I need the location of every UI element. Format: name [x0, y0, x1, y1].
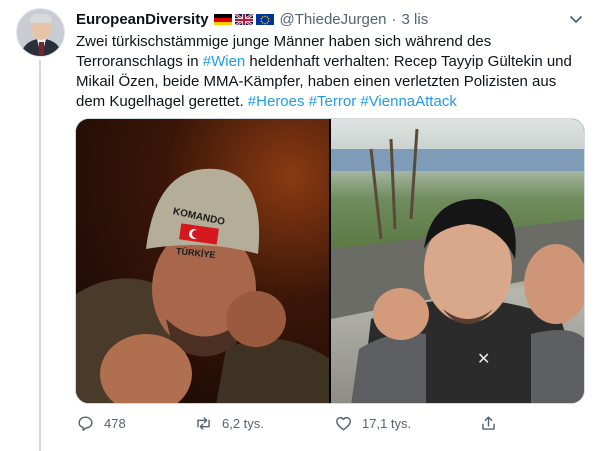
- tweet-actions: 478 6,2 tys. 17,1 tys.: [76, 414, 516, 436]
- svg-text:✕: ✕: [477, 349, 490, 368]
- avatar[interactable]: [16, 8, 65, 57]
- share-icon: [482, 416, 495, 430]
- avatar-tie: [39, 42, 44, 56]
- hashtag-link[interactable]: #Heroes: [248, 93, 305, 110]
- photo-right[interactable]: ✕: [331, 119, 584, 403]
- germany-flag: [213, 13, 232, 25]
- separator-dot: ·: [391, 10, 397, 28]
- chevron-down-icon[interactable]: [566, 9, 586, 29]
- hashtag-link[interactable]: #Terror: [309, 93, 357, 110]
- uk-flag: [234, 13, 253, 25]
- like-count: 17,1 tys.: [362, 416, 412, 431]
- display-name[interactable]: EuropeanDiversity: [76, 11, 209, 28]
- thread-line: [39, 60, 41, 451]
- reply-count: 478: [104, 416, 126, 431]
- media-grid: KOMANDO TÜRKİYE ✕: [75, 118, 585, 404]
- timestamp[interactable]: 3 lis: [402, 11, 429, 28]
- retweet-button[interactable]: 6,2 tys.: [194, 414, 264, 433]
- like-button[interactable]: 17,1 tys.: [334, 414, 411, 433]
- tweet-header: EuropeanDiversity @ThiedeJurgen · 3 lis: [76, 9, 428, 29]
- photo-left-illustration: KOMANDO TÜRKİYE: [76, 168, 329, 403]
- eu-flag: [255, 13, 274, 25]
- reply-button[interactable]: 478: [76, 414, 126, 433]
- photo-right-illustration: ✕: [331, 128, 584, 403]
- reply-icon: [78, 416, 93, 431]
- hashtag-link[interactable]: #Wien: [203, 53, 246, 70]
- photo-left[interactable]: KOMANDO TÜRKİYE: [76, 119, 329, 403]
- hashtag-link[interactable]: #ViennaAttack: [360, 93, 456, 110]
- retweet-icon: [197, 417, 210, 430]
- retweet-count: 6,2 tys.: [222, 416, 264, 431]
- tweet-text: Zwei türkischstämmige junge Männer haben…: [76, 32, 586, 112]
- heart-icon: [336, 416, 351, 431]
- share-button[interactable]: [479, 414, 507, 433]
- avatar-hair: [30, 14, 52, 23]
- user-handle[interactable]: @ThiedeJurgen: [280, 11, 387, 28]
